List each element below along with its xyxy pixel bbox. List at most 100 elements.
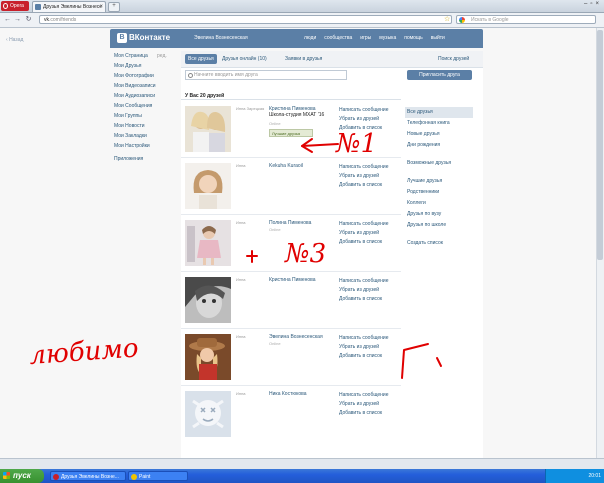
browser-tab[interactable]: Друзья Эвелины Вознесе × — [32, 1, 106, 12]
task-label: Paint — [139, 474, 151, 480]
left-nav-videos[interactable]: Мои Видеозаписи — [114, 81, 174, 91]
taskbar-task-opera[interactable]: Друзья Эвелины Возне... — [50, 471, 126, 481]
filter-birthdays[interactable]: Дни рождения — [405, 140, 473, 151]
invite-friend-button[interactable]: Пригласить друга — [407, 70, 472, 80]
filter-all-friends[interactable]: Все друзья — [405, 107, 473, 118]
tab-all-friends[interactable]: Все друзья — [185, 54, 217, 64]
filter-colleagues[interactable]: Коллеги — [405, 198, 473, 209]
write-message-link[interactable]: Написать сообщение — [339, 391, 389, 400]
bookmark-star-icon[interactable]: ☆ — [444, 15, 450, 24]
left-nav-bookmarks[interactable]: Мои Закладки — [114, 131, 174, 141]
opera-menu-label: Opera — [10, 3, 24, 9]
friend-name[interactable]: Кристина Пименова — [269, 277, 316, 283]
filter-phone-book[interactable]: Телефонная книга — [405, 118, 473, 129]
write-message-link[interactable]: Написать сообщение — [339, 334, 389, 343]
left-nav-friends[interactable]: Мои Друзья — [114, 61, 174, 71]
taskbar-task-paint[interactable]: Paint — [128, 471, 188, 481]
add-to-list-link[interactable]: Добавить в список — [339, 295, 389, 304]
left-nav-audio[interactable]: Мои Аудиозаписи — [114, 91, 174, 101]
top-nav-logout[interactable]: выйти — [431, 35, 445, 41]
friend-row: Инна Kekuha Kuraoil Написать сообщение У… — [181, 160, 401, 215]
tab-title: Друзья Эвелины Вознесе — [43, 4, 103, 10]
left-nav-photos[interactable]: Мои Фотографии — [114, 71, 174, 81]
friend-photo[interactable] — [185, 334, 231, 380]
close-tab-icon[interactable]: × — [99, 2, 103, 12]
back-icon[interactable]: ← — [3, 15, 12, 25]
friend-school[interactable]: Школа-студия МХАТ '16 — [269, 112, 324, 118]
task-label: Друзья Эвелины Возне... — [61, 474, 119, 480]
friend-name[interactable]: Полина Пименова — [269, 220, 311, 226]
filter-relatives[interactable]: Родственники — [405, 187, 473, 198]
header-username[interactable]: Эвелина Вознесенская — [194, 29, 248, 48]
write-message-link[interactable]: Написать сообщение — [339, 277, 389, 286]
vk-logo[interactable]: В ВКонтакте — [117, 31, 170, 45]
opera-menu-button[interactable]: Opera — [1, 1, 29, 11]
divider — [405, 169, 473, 176]
filter-new-friends[interactable]: Новые друзья — [405, 129, 473, 140]
filter-school[interactable]: Друзья по школе — [405, 220, 473, 231]
friend-actions: Написать сообщение Убрать из друзей Доба… — [339, 106, 389, 133]
left-nav: Моя Страница ред. Мои Друзья Мои Фотограф… — [114, 51, 174, 164]
filter-possible-friends[interactable]: Возможные друзья — [405, 158, 473, 169]
remove-friend-link[interactable]: Убрать из друзей — [339, 115, 389, 124]
edit-link[interactable]: ред. — [157, 51, 167, 61]
remove-friend-link[interactable]: Убрать из друзей — [339, 343, 389, 352]
write-message-link[interactable]: Написать сообщение — [339, 220, 389, 229]
opera-logo-icon — [3, 3, 8, 9]
friend-photo[interactable] — [185, 106, 231, 152]
tab-find-friends[interactable]: Поиск друзей — [435, 54, 472, 64]
friend-actions: Написать сообщение Убрать из друзей Доба… — [339, 277, 389, 304]
filter-university[interactable]: Друзья по вузу — [405, 209, 473, 220]
left-nav-messages[interactable]: Мои Сообщения — [114, 101, 174, 111]
add-to-list-link[interactable]: Добавить в список — [339, 238, 389, 247]
create-list-link[interactable]: Создать список — [405, 238, 473, 249]
top-nav-games[interactable]: игры — [360, 35, 371, 41]
write-message-link[interactable]: Написать сообщение — [339, 106, 389, 115]
vk-favicon-icon — [35, 4, 41, 10]
search-input[interactable]: Искать в Google — [456, 15, 596, 24]
add-to-list-link[interactable]: Добавить в список — [339, 124, 389, 133]
window-controls[interactable]: –▫× — [584, 1, 602, 11]
add-to-list-link[interactable]: Добавить в список — [339, 409, 389, 418]
left-nav-news[interactable]: Мои Новости — [114, 121, 174, 131]
add-to-list-link[interactable]: Добавить в список — [339, 352, 389, 361]
filter-placeholder: Начните вводить имя друга — [194, 72, 258, 78]
remove-friend-link[interactable]: Убрать из друзей — [339, 400, 389, 409]
friend-photo[interactable] — [185, 163, 231, 209]
tab-friend-requests[interactable]: Заявки в друзья — [282, 54, 325, 64]
top-nav-communities[interactable]: сообщества — [324, 35, 352, 41]
top-nav-people[interactable]: люди — [304, 35, 316, 41]
add-to-list-link[interactable]: Добавить в список — [339, 181, 389, 190]
friend-name[interactable]: Эвелина Вознесенская — [269, 334, 323, 340]
tab-friends-online[interactable]: Друзья онлайн (10) — [219, 54, 270, 64]
forward-icon[interactable]: → — [13, 15, 22, 25]
start-button[interactable]: пуск — [0, 469, 44, 483]
friend-filter-input[interactable]: Начните вводить имя друга — [185, 70, 347, 80]
write-message-link[interactable]: Написать сообщение — [339, 163, 389, 172]
friends-filter-sidebar: Все друзья Телефонная книга Новые друзья… — [405, 107, 473, 249]
left-nav-my-page[interactable]: Моя Страница ред. — [114, 51, 174, 61]
new-tab-button[interactable]: + — [108, 2, 120, 12]
remove-friend-link[interactable]: Убрать из друзей — [339, 229, 389, 238]
friend-label: Инна — [236, 220, 246, 225]
top-nav-music[interactable]: музыка — [379, 35, 396, 41]
friend-photo[interactable] — [185, 277, 231, 323]
top-nav-help[interactable]: помощь — [404, 35, 422, 41]
friend-name[interactable]: Kekuha Kuraoil — [269, 163, 303, 169]
friend-photo[interactable] — [185, 220, 231, 266]
left-nav-apps[interactable]: Приложения — [114, 154, 174, 164]
best-friends-badge[interactable]: Лучшие друзья — [269, 129, 313, 137]
left-nav-groups[interactable]: Мои Группы — [114, 111, 174, 121]
back-link[interactable]: ‹ Назад — [6, 37, 23, 43]
scrollbar-thumb[interactable] — [597, 30, 603, 260]
start-label: пуск — [13, 471, 31, 480]
left-nav-settings[interactable]: Мои Настройки — [114, 141, 174, 151]
friend-name[interactable]: Ника Костюкова — [269, 391, 307, 397]
remove-friend-link[interactable]: Убрать из друзей — [339, 286, 389, 295]
filter-best-friends[interactable]: Лучшие друзья — [405, 176, 473, 187]
friend-photo[interactable] — [185, 391, 231, 437]
remove-friend-link[interactable]: Убрать из друзей — [339, 172, 389, 181]
clock[interactable]: 20:01 — [588, 473, 601, 479]
url-field[interactable]: vk.com/friends — [39, 15, 452, 24]
reload-icon[interactable]: ↻ — [24, 15, 33, 25]
